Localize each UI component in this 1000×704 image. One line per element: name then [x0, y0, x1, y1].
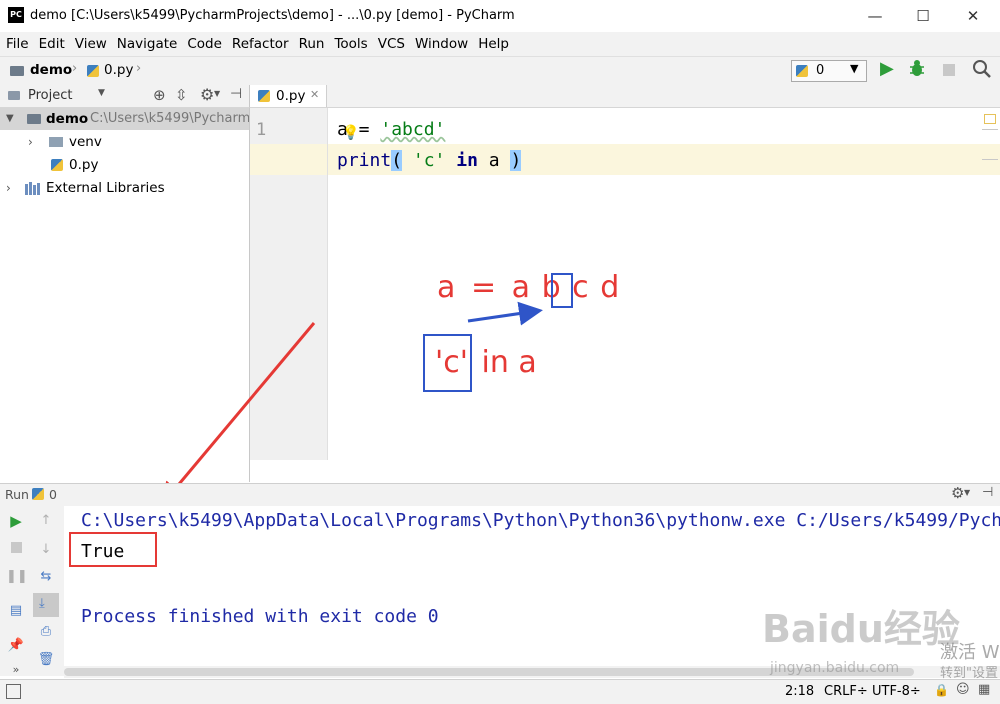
more-icon[interactable]: » — [6, 661, 26, 679]
annotation-arrow-blue — [467, 301, 543, 326]
soft-wrap-icon[interactable]: ⇆ — [36, 568, 56, 586]
watermark-url: jingyan.baidu.com — [770, 660, 900, 676]
tool-windows-icon[interactable] — [6, 684, 21, 699]
arrow-down-icon[interactable]: ↓ — [36, 541, 56, 559]
print-icon[interactable]: ⎙ — [36, 623, 56, 641]
gear-icon[interactable]: ⚙ — [951, 484, 964, 502]
annotation-arrow-red — [160, 322, 316, 507]
pause-icon[interactable]: ❚❚ — [6, 568, 28, 586]
status-bar: 2:18 CRLF÷ UTF-8÷ 🔒 ☺ ▦ — [0, 679, 1000, 704]
run-panel-title: Run — [5, 487, 29, 502]
trash-icon[interactable]: 🗑 — [36, 651, 56, 669]
rerun-icon[interactable]: ▶ — [6, 512, 26, 530]
console-output: True — [81, 541, 125, 562]
pin-icon[interactable]: 📌 — [6, 637, 26, 655]
baidu-watermark: Baidu经验 — [762, 607, 960, 651]
file-encoding[interactable]: UTF-8÷ — [872, 684, 921, 699]
run-panel-header: Run 0 ⚙ ▼ ⊣ — [0, 483, 1000, 507]
console-finished: Process finished with exit code 0 — [81, 606, 439, 627]
console-command: C:\Users\k5499\AppData\Local\Programs\Py… — [81, 510, 1000, 531]
event-log-icon[interactable]: ▦ — [978, 682, 990, 697]
scroll-to-end-toggle[interactable]: ⤓ — [33, 593, 59, 617]
inspector-icon[interactable]: ☺ — [956, 682, 970, 697]
activate-windows-text: 激活 W — [940, 642, 1000, 663]
lock-icon[interactable]: 🔒 — [934, 683, 949, 697]
arrow-up-icon[interactable]: ↑ — [36, 512, 56, 530]
scroll-to-end-icon: ⤓ — [39, 596, 45, 611]
restore-layout-icon[interactable]: ▤ — [6, 602, 26, 620]
line-separator[interactable]: CRLF÷ — [824, 684, 868, 699]
chevron-down-icon[interactable]: ▼ — [964, 488, 970, 497]
hide-panel-icon[interactable]: ⊣ — [982, 485, 993, 500]
run-config-name[interactable]: 0 — [49, 487, 57, 502]
python-file-icon — [32, 488, 44, 500]
run-toolbar: ▶ ↑ ↓ ❚❚ ⇆ ▤ ⤓ ⎙ 📌 🗑 » — [0, 506, 65, 676]
stop-icon[interactable] — [6, 541, 26, 559]
caret-position[interactable]: 2:18 — [785, 684, 814, 699]
